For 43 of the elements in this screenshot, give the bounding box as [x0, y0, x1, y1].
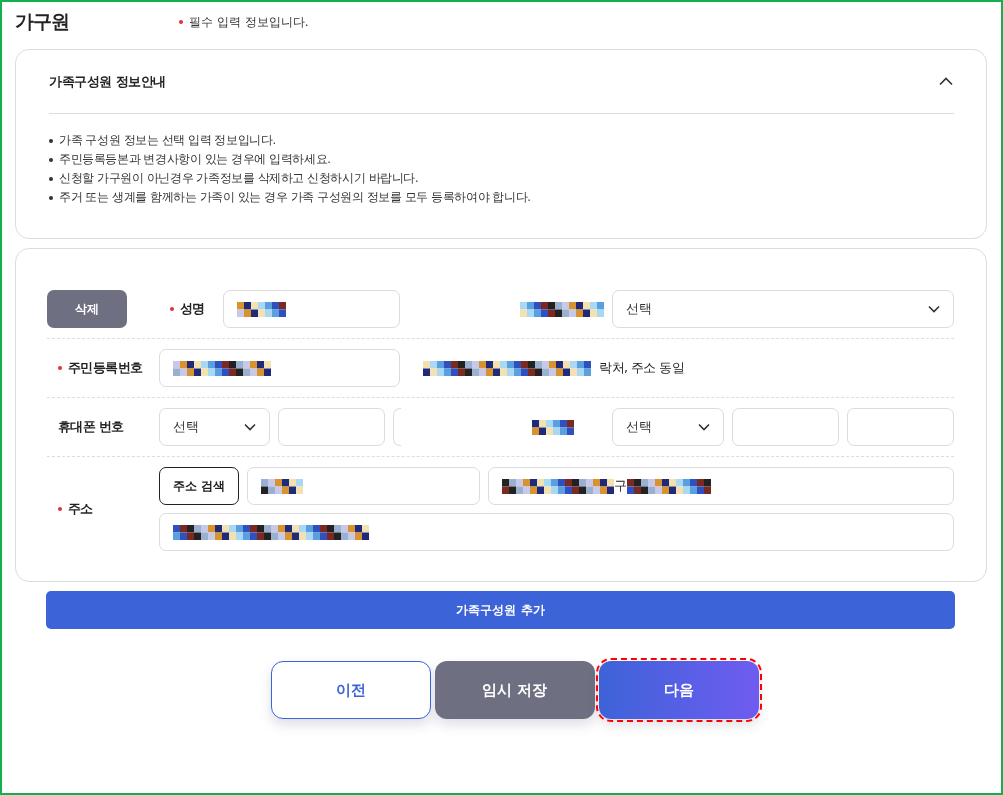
nav-button[interactable]: 이전 [270, 661, 431, 719]
input-field[interactable]: 구 [488, 467, 954, 505]
info-text: 주민등록등본과 변경사항이 있는 경우에 입력하세요. [59, 152, 331, 167]
info-text: 가족 구성원 정보는 선택 입력 정보입니다. [59, 133, 276, 148]
chevron-down-icon [698, 423, 710, 431]
input-field[interactable] [278, 408, 385, 446]
delete-button[interactable]: 삭제 [47, 290, 127, 328]
bullet-icon [49, 138, 53, 143]
address-text: 구 [614, 477, 627, 495]
chevron-up-icon [939, 77, 953, 86]
select-field[interactable]: 선택 [612, 290, 954, 328]
info-text: 신청할 가구원이 아닌경우 가족정보를 삭제하고 신청하시기 바랍니다. [59, 171, 419, 186]
input-field[interactable] [223, 290, 400, 328]
option-label: 락처, 주소 동일 [599, 359, 685, 377]
field-label: 주소 [68, 500, 93, 518]
input-field[interactable] [393, 408, 401, 446]
collapse-toggle[interactable] [939, 77, 953, 86]
mosaic-drawing [237, 301, 286, 317]
field-label: 주민등록번호 [68, 359, 143, 377]
select-field[interactable]: 선택 [159, 408, 270, 446]
bullet-icon [49, 157, 53, 162]
address-search-button[interactable]: 주소 검색 [159, 467, 239, 505]
field-label: 휴대폰 번호 [58, 418, 124, 436]
chevron-down-icon [928, 305, 940, 313]
input-field[interactable] [847, 408, 954, 446]
panel-title: 가족구성원 정보안내 [49, 72, 166, 91]
nav-button[interactable]: 임시 저장 [434, 661, 595, 719]
chevron-down-icon [244, 423, 256, 431]
bullet-icon [49, 195, 53, 200]
required-note: 필수 입력 정보입니다. [189, 13, 309, 31]
select-field[interactable]: 선택 [612, 408, 724, 446]
bullet-icon [49, 176, 53, 181]
page-title: 가구원 [15, 9, 70, 34]
input-field[interactable] [159, 513, 954, 551]
input-field[interactable] [247, 467, 480, 505]
nav-button[interactable]: 다음 [598, 661, 759, 719]
field-label: 성명 [180, 300, 205, 318]
add-member-button[interactable]: 가족구성원 추가 [46, 591, 955, 629]
mosaic-drawing [532, 419, 574, 435]
mosaic-drawing [261, 478, 303, 494]
input-field[interactable] [732, 408, 839, 446]
info-text: 주거 또는 생계를 함께하는 가족이 있는 경우 가족 구성원의 정보를 모두 등록하여야 합니다. [59, 190, 531, 205]
input-field[interactable] [159, 349, 400, 387]
